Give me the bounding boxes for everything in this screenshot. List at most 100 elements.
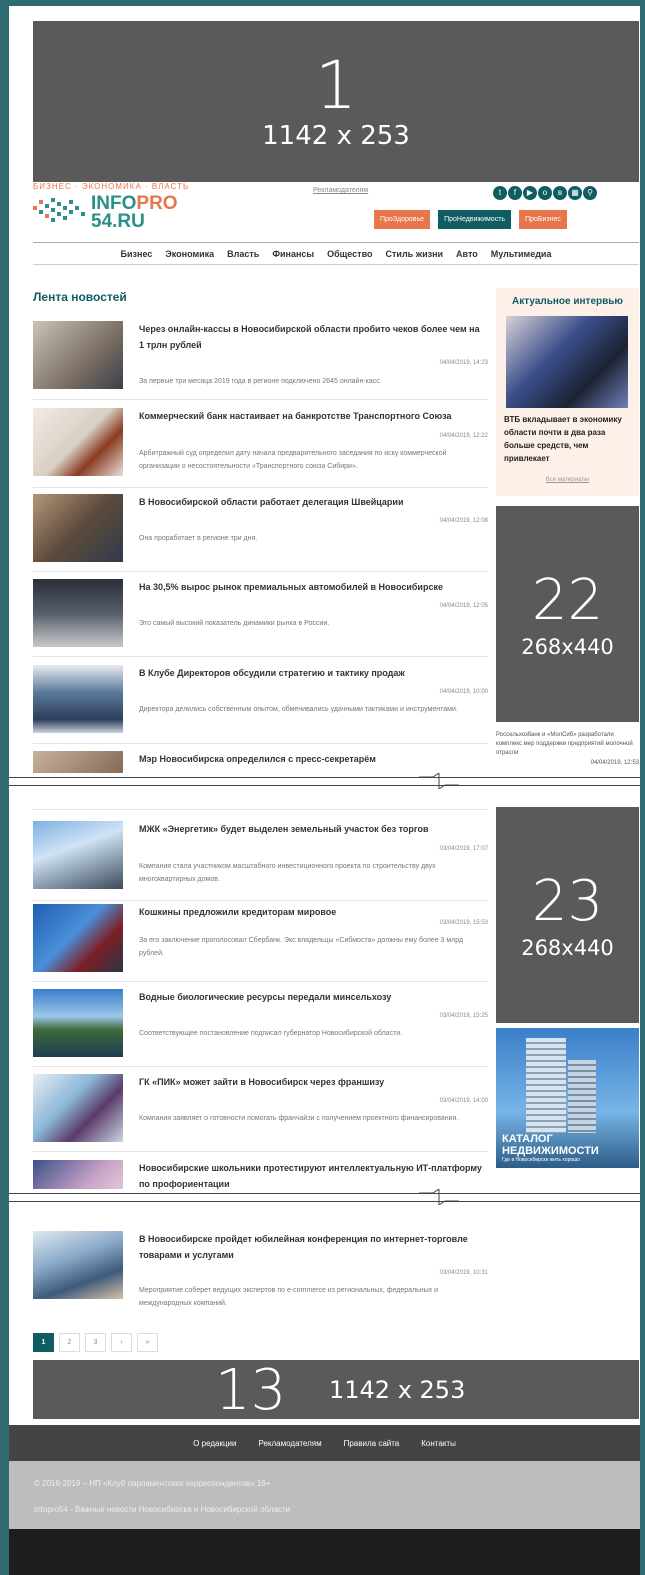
vk-icon[interactable]: в [553, 186, 567, 200]
realty-ad-line2: НЕДВИЖИМОСТИ [502, 1145, 599, 1157]
news-date: 04/04/2019, 12:05 [439, 603, 488, 609]
news-thumbnail[interactable] [33, 904, 123, 972]
break-zigzag-icon [419, 773, 459, 789]
news-item[interactable]: Коммерческий банк настаивает на банкротс… [33, 408, 488, 490]
news-title[interactable]: В Новосибирске пройдет юбилейная конфере… [139, 1231, 484, 1263]
footer-link-advertisers[interactable]: Рекламодателям [258, 1439, 321, 1448]
rubric-health-button[interactable]: ПроЗдоровье [374, 210, 431, 229]
news-item[interactable]: В Новосибирской области работает делегац… [33, 494, 488, 574]
news-thumbnail[interactable] [33, 1231, 123, 1299]
page-1-button[interactable]: 1 [33, 1333, 54, 1352]
nav-item-lifestyle[interactable]: Стиль жизни [386, 249, 444, 259]
nav-item-society[interactable]: Общество [327, 249, 372, 259]
top-ad-banner[interactable]: 1 1142 x 253 [33, 21, 639, 182]
news-title[interactable]: На 30,5% вырос рынок премиальных автомоб… [139, 579, 484, 595]
page-break-marker [9, 1189, 640, 1205]
news-item[interactable]: Кошкины предложили кредиторам мировое 03… [33, 904, 488, 984]
news-thumbnail[interactable] [33, 494, 123, 562]
news-thumbnail[interactable] [33, 408, 123, 476]
interview-widget: Актуальное интервью ВТБ вкладывает в эко… [496, 288, 639, 496]
news-thumbnail[interactable] [33, 821, 123, 889]
next-page-button[interactable]: › [111, 1333, 132, 1352]
nav-item-power[interactable]: Власть [227, 249, 259, 259]
side-news-item[interactable]: Россельхозбанк и «МолСиб» разработали ко… [496, 731, 639, 768]
news-title[interactable]: В Новосибирской области работает делегац… [139, 494, 484, 510]
interview-photo[interactable] [506, 316, 628, 408]
news-date: 04/04/2019, 12:08 [439, 518, 488, 524]
news-title[interactable]: Мэр Новосибирска определился с пресс-сек… [139, 751, 484, 767]
news-item[interactable]: В Новосибирске пройдет юбилейная конфере… [33, 1231, 488, 1319]
building-image [526, 1038, 566, 1133]
page-break-marker [9, 773, 640, 789]
page-3-button[interactable]: 3 [85, 1333, 106, 1352]
news-divider [33, 1151, 488, 1152]
youtube-icon[interactable]: ▶ [523, 186, 537, 200]
rubric-business-button[interactable]: ПроБизнес [519, 210, 567, 229]
news-lead: За первые три месяца 2019 года в регионе… [139, 378, 382, 385]
footer-bottom-bar [9, 1529, 640, 1575]
facebook-icon[interactable]: f [508, 186, 522, 200]
news-title[interactable]: Через онлайн-кассы в Новосибирской облас… [139, 321, 484, 353]
news-title[interactable]: Коммерческий банк настаивает на банкротс… [139, 408, 484, 424]
news-item[interactable]: Водные биологические ресурсы передали ми… [33, 989, 488, 1069]
rubric-realty-button[interactable]: ПроНедвижимость [438, 210, 512, 229]
banner-number: 23 [531, 869, 604, 934]
twitter-icon[interactable]: t [493, 186, 507, 200]
nav-item-multimedia[interactable]: Мультимедиа [491, 249, 552, 259]
realty-catalog-ad[interactable]: КАТАЛОГ НЕДВИЖИМОСТИ Где в Новосибирске ж… [496, 1028, 639, 1168]
nav-item-finance[interactable]: Финансы [272, 249, 314, 259]
news-date: 03/04/2019, 17:07 [439, 846, 488, 852]
news-divider [33, 571, 488, 572]
bottom-ad-banner[interactable]: 13 1142 x 253 [33, 1358, 639, 1423]
news-title[interactable]: Водные биологические ресурсы передали ми… [139, 989, 484, 1005]
news-thumbnail[interactable] [33, 321, 123, 389]
news-divider-row [33, 801, 488, 819]
rubric-buttons: ПроЗдоровье ПроНедвижимость ПроБизнес [374, 210, 567, 229]
nav-item-economy[interactable]: Экономика [165, 249, 214, 259]
side-ad-banner-22[interactable]: 22 268x440 [496, 506, 639, 722]
banner-size: 268x440 [521, 635, 614, 659]
search-icon[interactable]: ⚲ [583, 186, 597, 200]
news-divider [33, 743, 488, 744]
side-ad-banner-23[interactable]: 23 268x440 [496, 807, 639, 1023]
news-item[interactable]: На 30,5% вырос рынок премиальных автомоб… [33, 579, 488, 659]
news-item[interactable]: ГК «ПИК» может зайти в Новосибирск через… [33, 1074, 488, 1154]
news-title[interactable]: ГК «ПИК» может зайти в Новосибирск через… [139, 1074, 484, 1090]
news-title[interactable]: В Клубе Директоров обсудили стратегию и … [139, 665, 484, 681]
side-news-text[interactable]: Россельхозбанк и «МолСиб» разработали ко… [496, 731, 639, 758]
banner-size: 1142 x 253 [329, 1376, 466, 1404]
news-title[interactable]: МЖК «Энергетик» будет выделен земельный … [139, 821, 484, 837]
footer-description: Infopro54 - Важные новости Новосибирска … [34, 1505, 291, 1514]
news-item[interactable]: Через онлайн-кассы в Новосибирской облас… [33, 321, 488, 401]
news-thumbnail[interactable] [33, 1074, 123, 1142]
pagination: 1 2 3 › » [33, 1333, 158, 1352]
odnoklassniki-icon[interactable]: о [538, 186, 552, 200]
news-item[interactable]: В Клубе Директоров обсудили стратегию и … [33, 665, 488, 745]
news-thumbnail[interactable] [33, 665, 123, 733]
last-page-button[interactable]: » [137, 1333, 158, 1352]
footer-link-rules[interactable]: Правила сайта [344, 1439, 400, 1448]
nav-item-auto[interactable]: Авто [456, 249, 478, 259]
news-lead: Она проработает в регионе три дня. [139, 535, 258, 542]
news-date: 03/04/2019, 14:00 [439, 1098, 488, 1104]
news-divider [33, 981, 488, 982]
advertisers-link[interactable]: Рекламодателям [313, 187, 368, 194]
all-materials-link[interactable]: Все материалы [496, 477, 639, 483]
site-logo[interactable]: INFOPRO 54.RU [33, 192, 203, 232]
calendar-icon[interactable]: ▦ [568, 186, 582, 200]
interview-title[interactable]: ВТБ вкладывает в экономику области почти… [504, 413, 632, 465]
site-header: БИЗНЕС · ЭКОНОМИКА · ВЛАСТЬ INFOPRO 54.R… [33, 182, 639, 240]
news-thumbnail[interactable] [33, 989, 123, 1057]
news-item[interactable]: МЖК «Энергетик» будет выделен земельный … [33, 821, 488, 903]
news-title[interactable]: Новосибирские школьники протестируют инт… [139, 1160, 484, 1192]
news-title[interactable]: Кошкины предложили кредиторам мировое [139, 904, 484, 920]
news-divider [33, 900, 488, 901]
footer-link-about[interactable]: О редакции [193, 1439, 236, 1448]
logo-text-line2: 54.RU [91, 211, 145, 232]
page-2-button[interactable]: 2 [59, 1333, 80, 1352]
nav-item-business[interactable]: Бизнес [121, 249, 153, 259]
footer-link-contacts[interactable]: Контакты [421, 1439, 456, 1448]
news-divider [33, 809, 488, 810]
footer-copyright: © 2016-2019 – НП «Клуб парламентских кор… [34, 1479, 271, 1488]
news-thumbnail[interactable] [33, 579, 123, 647]
